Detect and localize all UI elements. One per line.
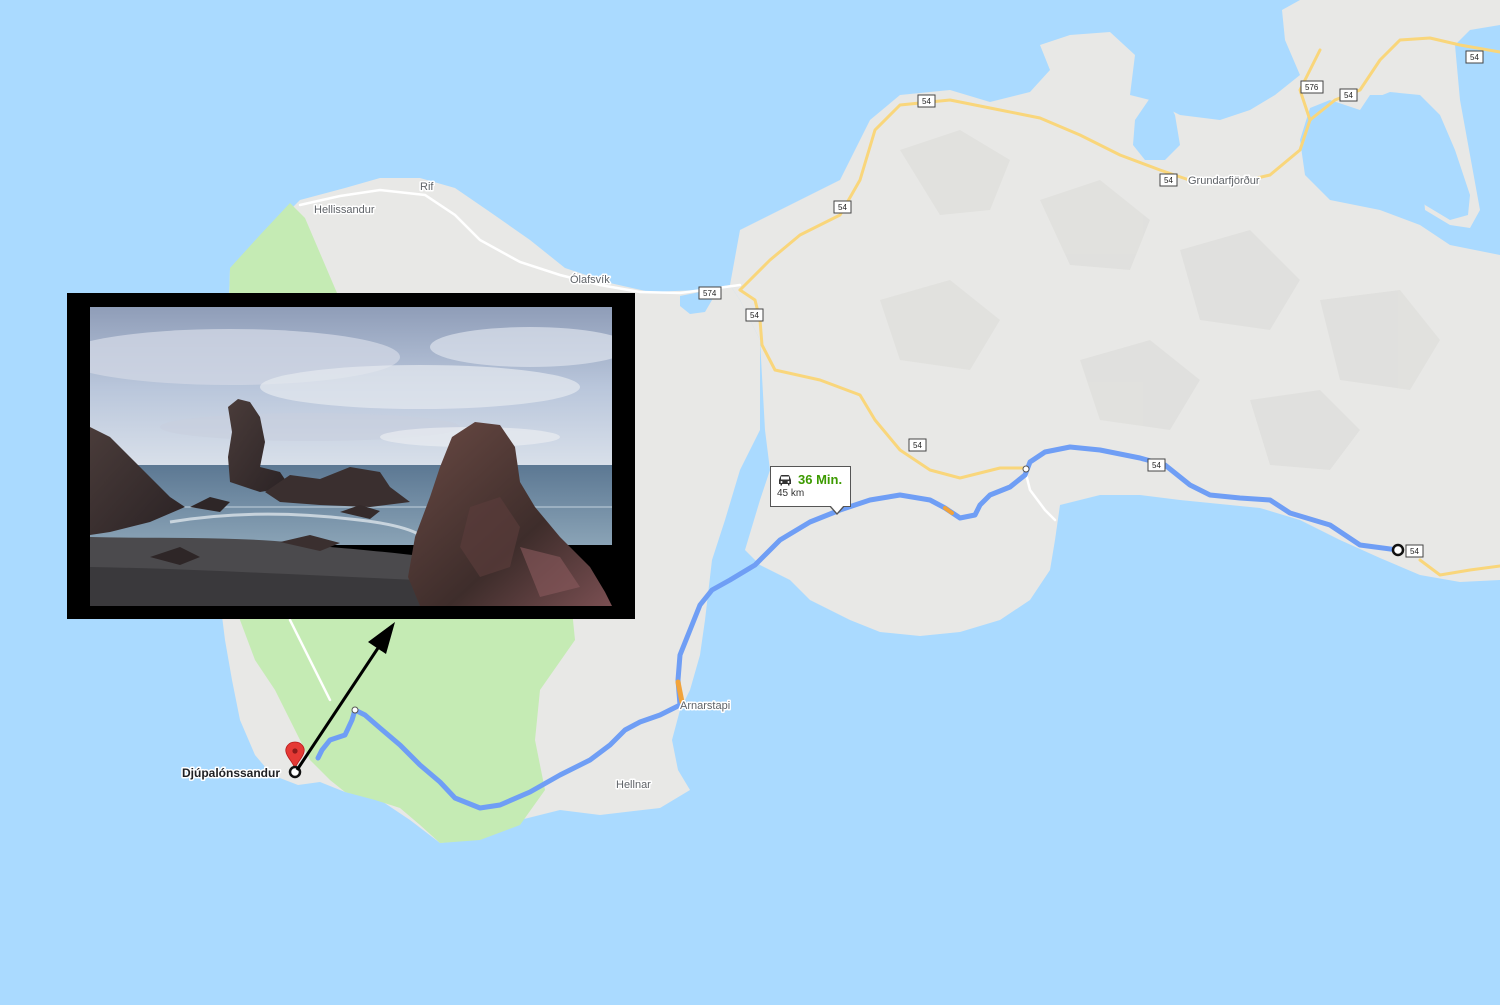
road-shield: 54 — [833, 200, 852, 214]
svg-text:54: 54 — [1410, 547, 1419, 556]
road-shield: 576 — [1300, 80, 1324, 94]
place-label-grundarfjordur: Grundarfjörður — [1188, 175, 1260, 187]
route-info-callout[interactable]: 36 Min. 45 km — [770, 466, 851, 515]
svg-text:574: 574 — [703, 289, 717, 298]
svg-text:54: 54 — [1344, 91, 1353, 100]
waypoint-dot — [1022, 465, 1030, 473]
svg-text:54: 54 — [1152, 461, 1161, 470]
road-shield: 574 — [698, 286, 722, 300]
road-shield: 54 — [1159, 173, 1178, 187]
svg-text:54: 54 — [838, 203, 847, 212]
road-shield: 54 — [1339, 88, 1358, 102]
svg-text:54: 54 — [750, 311, 759, 320]
road-shield: 54 — [1147, 458, 1166, 472]
road-shield: 54 — [1405, 544, 1424, 558]
svg-text:54: 54 — [1164, 176, 1173, 185]
beach-rock-formations-photo — [90, 307, 612, 606]
svg-text:576: 576 — [1305, 83, 1319, 92]
place-label-hellnar: Hellnar — [616, 779, 651, 791]
destination-label: Djúpalónssandur — [182, 766, 280, 780]
place-label-arnarstapi: Arnarstapi — [680, 700, 730, 712]
svg-text:54: 54 — [922, 97, 931, 106]
route-duration: 36 Min. — [798, 472, 843, 487]
svg-text:54: 54 — [913, 441, 922, 450]
road-shield: 54 — [908, 438, 927, 452]
place-label-hellissandur: Hellissandur — [314, 204, 375, 216]
car-icon — [779, 474, 791, 485]
road-shield: 54 — [917, 94, 936, 108]
road-shield: 54 — [1465, 50, 1484, 64]
place-label-rif: Rif — [420, 181, 434, 193]
place-label-olafsvik: Ólafsvík — [570, 273, 610, 286]
route-distance: 45 km — [777, 488, 805, 499]
svg-text:54: 54 — [1470, 53, 1479, 62]
waypoint-dot-2 — [351, 706, 359, 714]
road-shield: 54 — [745, 308, 764, 322]
route-origin-marker[interactable] — [1391, 543, 1405, 557]
photo-inset-frame — [67, 293, 635, 619]
